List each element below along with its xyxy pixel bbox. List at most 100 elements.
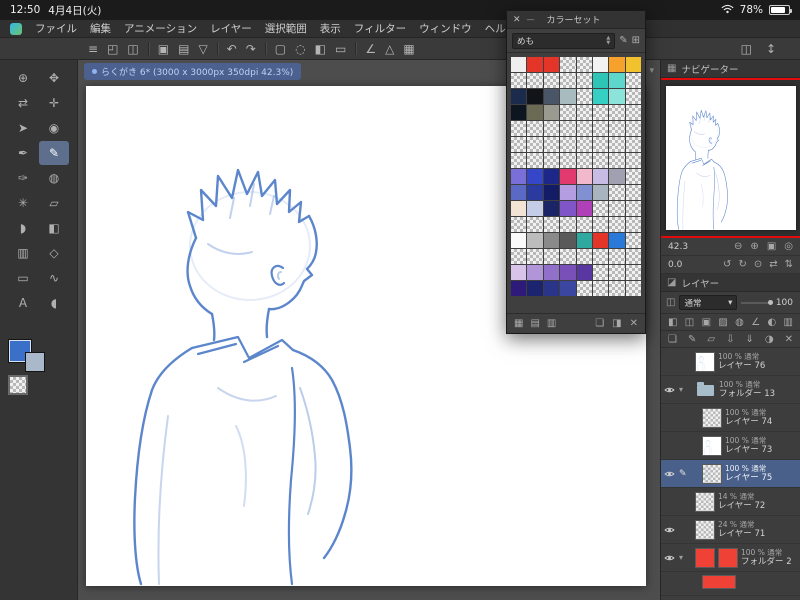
color-swatch[interactable] [609, 281, 625, 296]
color-swatch[interactable] [576, 89, 592, 104]
color-swatch[interactable] [511, 105, 527, 120]
color-swatch[interactable] [609, 105, 625, 120]
color-swatch[interactable] [543, 121, 560, 136]
color-swatch[interactable] [592, 121, 609, 136]
color-swatch[interactable] [543, 169, 560, 184]
delete-layer-icon[interactable]: ✕ [785, 334, 793, 345]
zoom-out-icon[interactable]: ⊖ [734, 241, 742, 252]
color-swatch[interactable] [560, 121, 576, 136]
color-swatch[interactable] [511, 201, 527, 216]
color-swatch[interactable] [527, 89, 543, 104]
color-swatch[interactable] [560, 281, 576, 296]
color-swatch[interactable] [511, 137, 527, 152]
color-swatch[interactable] [609, 217, 625, 232]
visibility-eye-icon[interactable] [664, 470, 676, 478]
color-swatch[interactable] [543, 153, 560, 168]
color-swatch[interactable] [543, 73, 560, 88]
layer-mask-thumbnail[interactable] [718, 547, 738, 568]
visibility-eye-icon[interactable] [664, 386, 676, 394]
color-swatch[interactable] [592, 89, 609, 104]
open-file-icon[interactable]: ▤ [178, 43, 189, 55]
color-swatch[interactable] [560, 89, 576, 104]
color-swatch[interactable] [625, 57, 641, 72]
color-swatch[interactable] [592, 265, 609, 280]
color-swatch[interactable] [576, 201, 592, 216]
color-swatch[interactable] [527, 57, 543, 72]
eraser-tool[interactable]: ▱ [39, 191, 69, 215]
color-swatch[interactable] [511, 185, 527, 200]
list-view-icon[interactable]: ▥ [547, 318, 556, 329]
color-swatch[interactable] [511, 249, 527, 264]
layer-panel-icon[interactable]: ◪ [667, 277, 676, 288]
save-file-icon[interactable]: ▽ [198, 43, 207, 55]
fit-to-screen-icon[interactable]: ▣ [767, 241, 776, 252]
color-swatch[interactable] [592, 185, 609, 200]
color-swatch[interactable] [511, 153, 527, 168]
color-swatch[interactable] [576, 121, 592, 136]
color-swatch[interactable] [609, 153, 625, 168]
pen-tool[interactable]: ✒ [8, 141, 38, 165]
layer-thumbnail[interactable] [702, 463, 722, 484]
color-swatch[interactable] [543, 217, 560, 232]
enable-mask-icon[interactable]: ◍ [735, 317, 744, 328]
move-canvas-tool[interactable]: ✥ [39, 66, 69, 90]
rotate-right-icon[interactable]: ↻ [738, 259, 746, 270]
color-swatch[interactable] [511, 73, 527, 88]
color-swatch[interactable] [560, 105, 576, 120]
menu-item[interactable]: フィルター [354, 21, 406, 36]
layer-row[interactable]: 14 % 通常 レイヤー 72 [661, 488, 800, 516]
color-swatch[interactable] [609, 265, 625, 280]
brush-tool[interactable]: ✑ [8, 166, 38, 190]
blend-tool[interactable]: ◗ [8, 216, 38, 240]
fill-icon[interactable]: ◧ [315, 43, 326, 55]
color-swatch[interactable] [609, 249, 625, 264]
layer-thumbnail[interactable] [695, 491, 715, 512]
color-swatch[interactable] [560, 137, 576, 152]
color-swatch[interactable] [576, 105, 592, 120]
navigator-panel-icon[interactable]: ▦ [667, 63, 676, 74]
panel-layout-icon[interactable]: ◫ [741, 43, 752, 55]
color-swatch[interactable] [609, 121, 625, 136]
color-swatch[interactable] [576, 249, 592, 264]
color-swatch[interactable] [511, 217, 527, 232]
color-swatch[interactable] [543, 89, 560, 104]
set-ruler-icon[interactable]: ∠ [751, 317, 760, 328]
redo-icon[interactable]: ↷ [246, 43, 256, 55]
change-palette-icon[interactable]: ◧ [668, 317, 677, 328]
document-tab[interactable]: らくがき 6* (3000 x 3000px 350dpi 42.3%) [84, 62, 302, 80]
color-swatch[interactable] [527, 249, 543, 264]
color-swatch[interactable] [609, 201, 625, 216]
color-swatch[interactable] [543, 249, 560, 264]
color-swatch[interactable] [625, 89, 641, 104]
color-swatch[interactable] [609, 169, 625, 184]
color-swatch[interactable] [576, 153, 592, 168]
color-swatch[interactable] [576, 185, 592, 200]
layer-row[interactable]: 100 % 通常 レイヤー 74 [661, 404, 800, 432]
color-swatch[interactable] [527, 233, 543, 248]
layer-row[interactable]: ✎ 100 % 通常 レイヤー 75 [661, 460, 800, 488]
clip-studio-logo-icon[interactable] [10, 22, 22, 35]
color-swatch[interactable] [625, 233, 641, 248]
tool-property-icon[interactable]: ◫ [127, 43, 138, 55]
color-set-select[interactable]: めも ▲ ▼ [512, 32, 616, 49]
flip-view-tool[interactable]: ⇄ [8, 91, 38, 115]
menu-item[interactable]: ウィンドウ [419, 21, 472, 36]
navigator-thumbnail[interactable] [665, 86, 796, 230]
layer-row[interactable]: 100 % 通常 レイヤー 73 [661, 432, 800, 460]
rotate-left-icon[interactable]: ↺ [723, 259, 731, 270]
color-swatch[interactable] [560, 249, 576, 264]
menu-item[interactable]: アニメーション [124, 21, 197, 36]
folder-expander-icon[interactable]: ▾ [679, 553, 689, 562]
expand-panel-icon[interactable]: ↕ [766, 43, 776, 55]
delete-color-icon[interactable]: ✕ [630, 318, 638, 329]
color-swatch[interactable] [576, 217, 592, 232]
edit-color-set-icon[interactable]: ✎ [619, 35, 627, 46]
color-swatch[interactable] [511, 89, 527, 104]
gradient-tool[interactable]: ▥ [8, 241, 38, 265]
layer-row[interactable]: 24 % 通常 レイヤー 71 [661, 516, 800, 544]
color-swatch[interactable] [543, 265, 560, 280]
secondary-color-chip[interactable] [25, 352, 45, 372]
operation-tool[interactable]: ➤ [8, 116, 38, 140]
color-swatch[interactable] [527, 281, 543, 296]
color-swatch[interactable] [511, 233, 527, 248]
